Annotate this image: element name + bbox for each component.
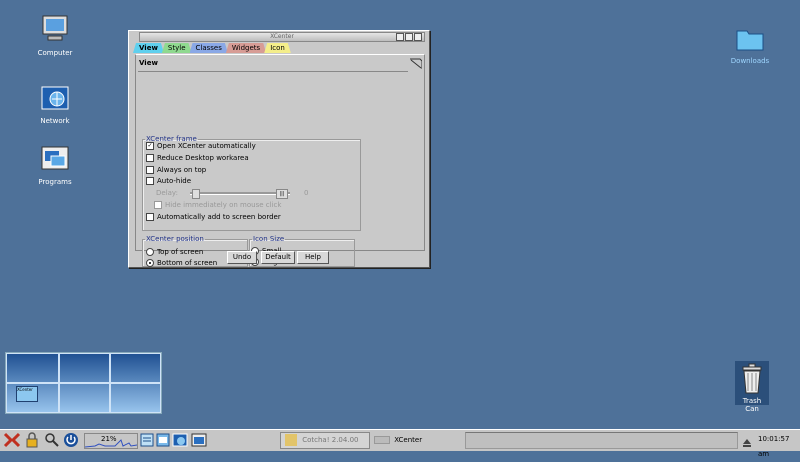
- tab-style[interactable]: Style: [162, 43, 192, 53]
- xcenter-position-legend: XCenter position: [146, 235, 204, 243]
- delay-slider[interactable]: |||: [190, 189, 290, 199]
- clock[interactable]: 10:01:57 am: [758, 432, 800, 458]
- always-on-top-checkbox[interactable]: Always on top: [146, 165, 206, 175]
- delay-label: Delay:: [156, 189, 178, 197]
- pager-cell[interactable]: [109, 382, 161, 413]
- pager-cell[interactable]: [58, 353, 111, 384]
- window-title: XCenter: [270, 33, 294, 40]
- xcenter-taskbar: 21% Cotcha! 2.04.00 XCenter 10:01:57 am: [0, 429, 800, 458]
- hide-on-click-checkbox[interactable]: Hide immediately on mouse click: [154, 200, 281, 210]
- system-menu-icon[interactable]: [3, 432, 21, 448]
- close-button[interactable]: [414, 33, 422, 41]
- programs-label: Programs: [38, 178, 72, 186]
- tray-area: [465, 432, 738, 449]
- delay-value: 0: [304, 189, 309, 197]
- help-button[interactable]: Help: [297, 251, 329, 264]
- tab-page: View XCenter frame ✓ Open XCenter automa…: [135, 54, 425, 267]
- default-button[interactable]: Default: [261, 251, 295, 264]
- computer-icon: [42, 15, 68, 41]
- checkbox-box: [146, 166, 154, 174]
- pager-window-xcenter[interactable]: XCenter: [16, 386, 38, 402]
- folder-icon: [736, 30, 764, 51]
- add-border-checkbox[interactable]: Automatically add to screen border: [146, 212, 281, 222]
- notebook-tabs: View Style Classes Widgets Icon: [133, 43, 289, 53]
- downloads-label: Downloads: [730, 57, 770, 65]
- checkbox-box: [154, 201, 162, 209]
- cotcha-icon: [285, 434, 297, 446]
- network-launcher-icon[interactable]: [172, 432, 188, 448]
- checkbox-box: [146, 213, 154, 221]
- pager-cell[interactable]: [58, 382, 111, 413]
- pager-cell[interactable]: [6, 353, 60, 384]
- checkbox-box: [146, 177, 154, 185]
- cpu-percent: 21%: [101, 435, 117, 443]
- network-icon-tile[interactable]: Network: [25, 84, 85, 125]
- task-button-xcenter[interactable]: XCenter: [373, 432, 465, 449]
- checkbox-box: [146, 154, 154, 162]
- tab-icon[interactable]: Icon: [264, 43, 291, 53]
- page-turn-icon[interactable]: [410, 57, 422, 69]
- programs-launcher-icon[interactable]: [191, 432, 207, 448]
- page-title: View: [139, 59, 158, 67]
- power-icon[interactable]: [63, 432, 79, 448]
- checkbox-box: ✓: [146, 142, 154, 150]
- search-icon[interactable]: [44, 432, 60, 448]
- computer-icon-tile[interactable]: Computer: [25, 14, 85, 57]
- cpu-load-monitor[interactable]: 21%: [84, 433, 138, 449]
- network-label: Network: [40, 117, 70, 125]
- minimize-button[interactable]: [396, 33, 404, 41]
- xcenter-settings-window: XCenter View Style Classes Widgets Icon …: [128, 30, 430, 268]
- folder-launcher-icon[interactable]: [140, 432, 154, 448]
- trash-icon-tile[interactable]: Trash Can: [722, 361, 782, 413]
- slider-thumb[interactable]: [192, 189, 200, 199]
- auto-hide-checkbox[interactable]: Auto-hide: [146, 176, 191, 186]
- trash-can-icon: [742, 363, 762, 394]
- dialog-button-bar: Undo Default Help: [129, 251, 429, 265]
- window-titlebar[interactable]: XCenter: [139, 32, 425, 42]
- window-icon: [374, 436, 390, 444]
- pager-cell[interactable]: [109, 353, 161, 384]
- programs-icon-tile[interactable]: Programs: [25, 145, 85, 186]
- maximize-button[interactable]: [405, 33, 413, 41]
- open-auto-checkbox[interactable]: ✓ Open XCenter automatically: [146, 141, 256, 151]
- icon-size-legend: Icon Size: [253, 235, 285, 243]
- downloads-icon-tile[interactable]: Downloads: [720, 26, 780, 65]
- eject-icon[interactable]: [742, 435, 752, 451]
- page-header-divider: [138, 71, 408, 72]
- undo-button[interactable]: Undo: [227, 251, 257, 264]
- trash-can-label: Trash Can: [742, 397, 762, 413]
- virtual-desktop-pager[interactable]: XCenter: [5, 352, 162, 414]
- reduce-workarea-checkbox[interactable]: Reduce Desktop workarea: [146, 153, 249, 163]
- window-list-icon[interactable]: [156, 432, 170, 448]
- computer-label: Computer: [37, 49, 73, 57]
- tab-view[interactable]: View: [133, 43, 164, 53]
- programs-icon: [41, 146, 69, 170]
- network-icon: [41, 86, 69, 110]
- task-button-cotcha[interactable]: Cotcha! 2.04.00: [280, 432, 370, 449]
- tab-classes[interactable]: Classes: [190, 43, 228, 53]
- tab-widgets[interactable]: Widgets: [226, 43, 266, 53]
- lock-icon[interactable]: [25, 432, 39, 448]
